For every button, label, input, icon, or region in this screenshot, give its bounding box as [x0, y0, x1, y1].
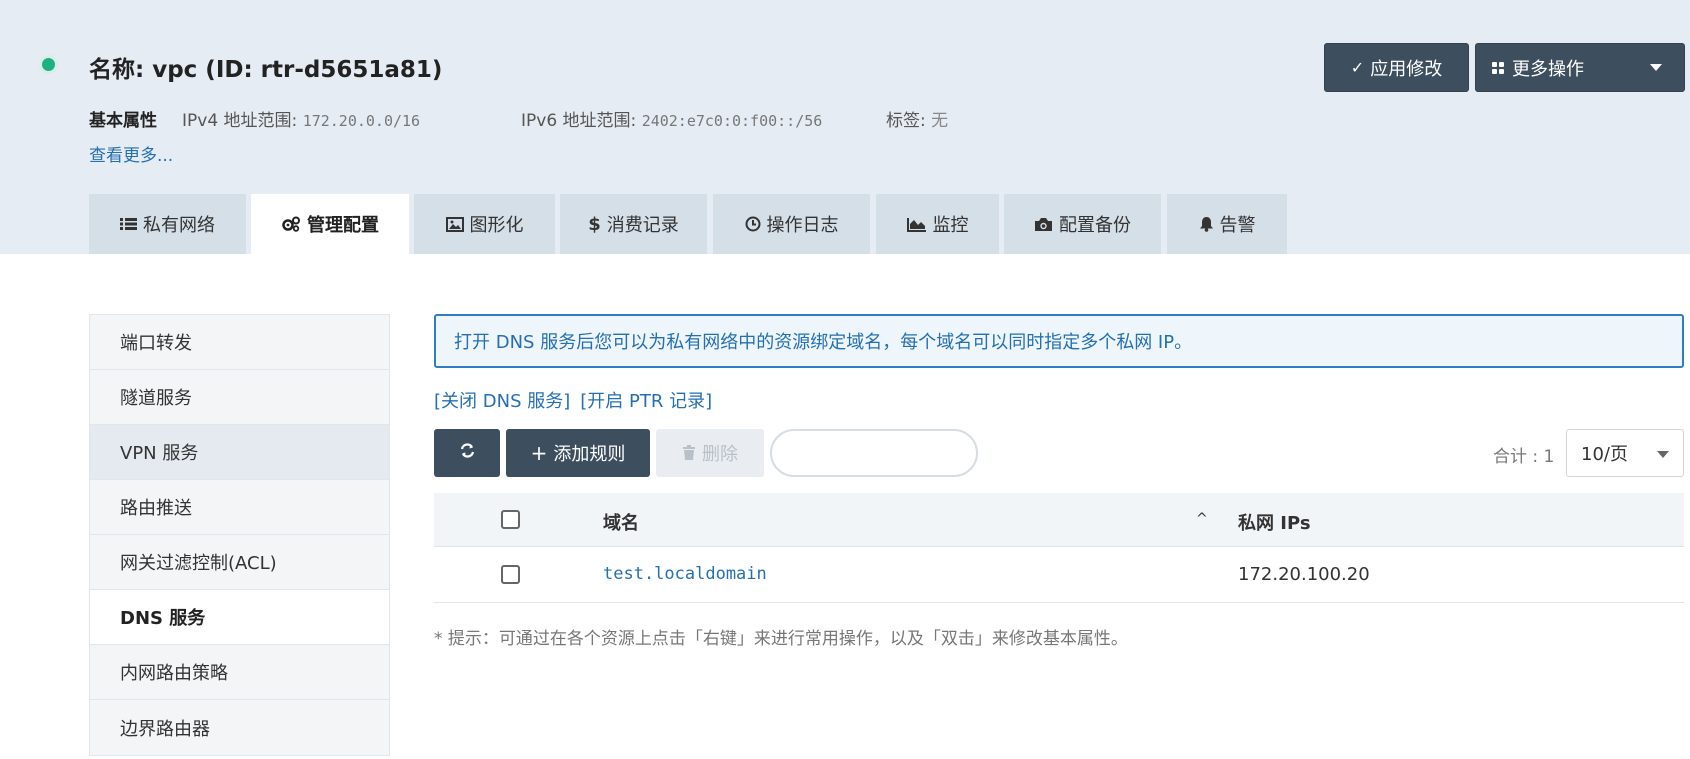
list-icon — [120, 217, 137, 231]
ipv4-range-value: 172.20.0.0/16 — [302, 112, 421, 130]
chevron-down-icon — [1657, 451, 1669, 458]
table-header: 域名 ^ 私网 IPs — [434, 493, 1684, 547]
camera-icon — [1034, 217, 1053, 232]
gears-icon — [281, 216, 301, 232]
ipv4-range-label: IPv4 地址范围: — [182, 111, 298, 131]
sort-ascending-icon[interactable]: ^ — [1196, 511, 1208, 527]
sidebar-item-route-push[interactable]: 路由推送 — [90, 480, 389, 535]
area-chart-icon — [906, 217, 927, 232]
bell-icon — [1199, 216, 1214, 232]
trash-icon — [682, 445, 696, 461]
tab-label: 消费记录 — [606, 215, 679, 236]
tab-config-backup[interactable]: 配置备份 — [1004, 194, 1161, 254]
page-size-select[interactable]: 10/页 — [1566, 429, 1684, 477]
add-rule-label: 添加规则 — [553, 444, 626, 465]
apply-changes-label: 应用修改 — [1370, 58, 1443, 80]
tags: 标签: 无 — [886, 106, 948, 131]
sidebar-item-border-router[interactable]: 边界路由器 — [90, 700, 389, 755]
clock-icon — [745, 216, 761, 232]
sidebar-item-vpn-service[interactable]: VPN 服务 — [90, 425, 389, 480]
tab-label: 图形化 — [469, 215, 524, 236]
tab-graphical[interactable]: 图形化 — [414, 194, 555, 254]
check-icon: ✓ — [1350, 58, 1365, 77]
plus-icon: + — [530, 441, 548, 465]
dns-rules-table: 域名 ^ 私网 IPs test.localdomain 172.20.100.… — [434, 493, 1684, 603]
basic-properties-label: 基本属性 — [89, 111, 157, 131]
status-indicator — [42, 58, 55, 71]
tab-private-network[interactable]: 私有网络 — [89, 194, 246, 254]
total-count: 合计 : 1 — [1493, 447, 1555, 467]
dns-action-links: [关闭 DNS 服务] [开启 PTR 记录] — [434, 387, 722, 413]
resource-header: 名称: vpc (ID: rtr-d5651a81) 基本属性 IPv4 地址范… — [0, 0, 1690, 254]
page-title: 名称: vpc (ID: rtr-d5651a81) — [89, 57, 443, 83]
select-all-checkbox[interactable] — [501, 510, 520, 529]
more-actions-label: 更多操作 — [1512, 58, 1584, 80]
column-header-private-ips[interactable]: 私网 IPs — [1238, 509, 1311, 535]
ipv6-range: IPv6 地址范围: 2402:e7c0:0:f00::/56 — [521, 106, 822, 131]
tab-label: 操作日志 — [766, 215, 839, 236]
chevron-down-icon — [1650, 64, 1662, 71]
tab-operation-log[interactable]: 操作日志 — [713, 194, 870, 254]
see-more-link[interactable]: 查看更多... — [89, 141, 173, 166]
sidebar-item-dns-service[interactable]: DNS 服务 — [90, 590, 389, 645]
tab-billing-records[interactable]: $ 消费记录 — [560, 194, 707, 254]
dollar-icon: $ — [588, 213, 601, 235]
tab-label: 配置备份 — [1059, 215, 1131, 236]
search-input[interactable] — [770, 429, 978, 477]
add-rule-button[interactable]: + 添加规则 — [506, 429, 650, 477]
tab-label: 管理配置 — [307, 215, 379, 236]
config-sidebar: 端口转发 隧道服务 VPN 服务 路由推送 网关过滤控制(ACL) DNS 服务… — [89, 314, 390, 756]
domain-link[interactable]: test.localdomain — [603, 564, 767, 584]
delete-button[interactable]: 删除 — [656, 429, 764, 477]
tags-label: 标签: — [886, 111, 926, 131]
ipv6-range-value: 2402:e7c0:0:f00::/56 — [641, 112, 823, 130]
ipv4-range: IPv4 地址范围: 172.20.0.0/16 — [182, 106, 420, 131]
table-row[interactable]: test.localdomain 172.20.100.20 — [434, 547, 1684, 603]
sidebar-item-port-forwarding[interactable]: 端口转发 — [90, 315, 389, 370]
page-size-value: 10/页 — [1581, 444, 1628, 465]
column-header-domain[interactable]: 域名 — [603, 509, 639, 535]
more-actions-button[interactable]: 更多操作 — [1475, 43, 1685, 92]
tab-label: 私有网络 — [143, 215, 215, 236]
private-ip-value: 172.20.100.20 — [1238, 564, 1370, 585]
sidebar-item-intranet-routing-policy[interactable]: 内网路由策略 — [90, 645, 389, 700]
tab-label: 监控 — [932, 215, 969, 236]
close-dns-service-link[interactable]: [关闭 DNS 服务] — [434, 391, 570, 412]
tab-monitoring[interactable]: 监控 — [876, 194, 999, 254]
grid-icon — [1492, 61, 1504, 74]
usage-hint: * 提示：可通过在各个资源上点击「右键」来进行常用操作，以及「双击」来修改基本属… — [434, 629, 1128, 649]
tab-alerts[interactable]: 告警 — [1167, 194, 1287, 254]
delete-label: 删除 — [702, 444, 738, 465]
tags-value: 无 — [931, 111, 949, 131]
ipv6-range-label: IPv6 地址范围: — [521, 111, 637, 131]
sidebar-item-gateway-acl[interactable]: 网关过滤控制(ACL) — [90, 535, 389, 590]
refresh-button[interactable] — [434, 429, 500, 477]
tab-management-config[interactable]: 管理配置 — [251, 194, 409, 254]
sidebar-item-tunnel-service[interactable]: 隧道服务 — [90, 370, 389, 425]
row-checkbox[interactable] — [501, 565, 520, 584]
dns-info-banner: 打开 DNS 服务后您可以为私有网络中的资源绑定域名，每个域名可以同时指定多个私… — [434, 314, 1684, 368]
tab-label: 告警 — [1219, 215, 1256, 236]
refresh-icon — [459, 442, 476, 464]
apply-changes-button[interactable]: ✓ 应用修改 — [1324, 43, 1469, 92]
image-icon — [445, 216, 464, 232]
open-ptr-record-link[interactable]: [开启 PTR 记录] — [580, 391, 712, 412]
